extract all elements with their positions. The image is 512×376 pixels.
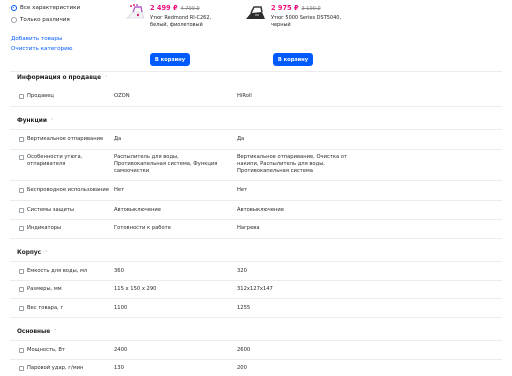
row-value-product-2: Да [237,136,245,142]
product-2-old-price: 3 190 ₽ [301,6,321,12]
row-checkbox[interactable] [19,188,24,193]
row-value-product-1: 1100 [114,305,128,311]
section-title: Функции [17,118,47,124]
row-label: Вертикальное отпаривание [27,136,104,142]
product-1-current-price: 2 499 ₽ [150,4,178,12]
divider [10,129,502,130]
chevron-up-icon: ⌃ [104,74,109,81]
row-value-product-1: Автовыключение [114,207,161,213]
section-functions[interactable]: Функции ⌃ [17,118,55,124]
product-1-old-price: 4 799 ₽ [180,6,200,12]
row-checkbox[interactable] [19,306,24,311]
row-value-product-1: 130 [114,365,124,371]
row-checkbox[interactable] [19,348,24,353]
row-value-product-2: Вертикальное отпаривание, Очистка от нак… [237,154,347,174]
divider [10,219,502,220]
product-2-name[interactable]: Утюг 5000 Series DST5040, черный [271,15,341,29]
section-main[interactable]: Основные ⌃ [17,329,58,335]
chevron-up-icon: ⌃ [44,249,49,256]
row-value-product-2: 312x127x147 [237,286,273,292]
section-title: Корпус [17,250,42,256]
row-label: Индикаторы [27,225,62,231]
row-value-product-2: Нагрева [237,225,260,231]
divider [10,180,502,181]
divider [10,106,502,107]
row-label: Вес товара, г [27,305,64,311]
row-label: Беспроводное использование [27,187,109,193]
product-1-price: 2 499 ₽4 799 ₽ [150,4,200,12]
row-value-product-1: Да [114,136,122,142]
row-checkbox[interactable] [19,155,24,160]
product-2-current-price: 2 975 ₽ [271,4,299,12]
product-2-price: 2 975 ₽3 190 ₽ [271,4,321,12]
product-2-name-line2: черный [271,22,291,29]
divider [10,238,502,239]
divider [10,71,502,72]
section-title: Основные [17,329,51,335]
filter-diff-label: Только различия [20,17,70,23]
filter-all-option[interactable]: Все характеристики [11,5,80,11]
clear-category-link[interactable]: Очистить категорию [11,46,72,52]
row-label: Мощность, Вт [27,347,65,353]
section-seller-info[interactable]: Информация о продавце ⌃ [17,75,109,81]
add-to-cart-button-1[interactable]: В корзину [150,53,190,66]
row-value-product-1: 2400 [114,347,128,353]
row-label: Паровой удар, г/мин [27,365,84,371]
divider [10,280,502,281]
row-label: Емкость для воды, мл [27,268,88,274]
divider [10,298,502,299]
row-value-product-2: 200 [237,365,247,371]
product-1-name-line2: белый, фиолетовый [150,22,203,29]
radio-selected-icon[interactable] [11,5,17,11]
compare-header: Все характеристики Только различия Добав… [0,0,512,70]
row-checkbox[interactable] [19,269,24,274]
divider [10,359,502,360]
row-checkbox[interactable] [19,366,24,371]
iron-black-thumbnail-icon[interactable] [245,2,267,24]
filter-diff-option[interactable]: Только различия [11,17,70,23]
row-value-product-1: 115 x 150 x 290 [114,286,157,292]
row-value-product-1: OZON [114,93,130,99]
row-checkbox[interactable] [19,208,24,213]
row-value-product-2: 2600 [237,347,251,353]
row-value-product-1: Нет [114,187,125,193]
row-checkbox[interactable] [19,94,24,99]
section-title: Информация о продавце [17,75,102,81]
product-card-2: 2 975 ₽3 190 ₽ Утюг 5000 Series DST5040,… [245,0,385,70]
row-value-product-2: HiRoll [237,93,252,99]
divider [10,340,502,341]
row-label: Системы защиты [27,207,75,213]
row-label: Продавец [27,93,54,99]
chevron-up-icon: ⌃ [53,328,58,335]
divider [10,317,502,318]
row-label: Особенности утюга, отпаривателя [27,154,83,167]
product-1-name[interactable]: Утюг Redmond RI-C262, белый, фиолетовый [150,15,211,29]
row-value-product-1: 360 [114,268,124,274]
chevron-up-icon: ⌃ [49,117,55,124]
divider [10,149,502,150]
divider [10,261,502,262]
add-products-link[interactable]: Добавить товары [11,36,62,42]
row-checkbox[interactable] [19,226,24,231]
add-to-cart-button-2[interactable]: В корзину [273,53,313,66]
row-value-product-2: Нет [237,187,248,193]
row-checkbox[interactable] [19,287,24,292]
row-value-product-2: Автовыключение [237,207,284,213]
row-checkbox[interactable] [19,137,24,142]
row-value-product-1: Распылитель для воды, Противокапельная с… [114,154,218,174]
radio-empty-icon[interactable] [11,17,17,23]
section-body[interactable]: Корпус ⌃ [17,250,49,256]
divider [10,200,502,201]
row-value-product-2: 320 [237,268,247,274]
row-label: Размеры, мм [27,286,62,292]
filter-all-label: Все характеристики [20,5,81,11]
row-value-product-2: 1255 [237,305,251,311]
iron-white-purple-thumbnail-icon[interactable] [125,2,147,24]
row-value-product-1: Готовности к работе [114,225,171,231]
product-card-1: 2 499 ₽4 799 ₽ Утюг Redmond RI-C262, бел… [125,0,265,70]
